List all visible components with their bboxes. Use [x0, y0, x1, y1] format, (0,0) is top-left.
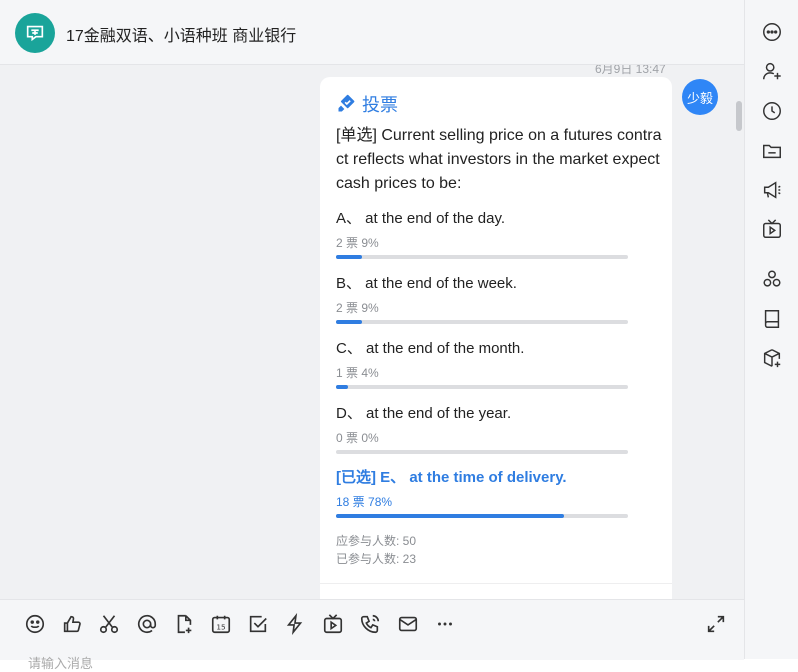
poll-header: 投票 [336, 91, 398, 117]
calendar-icon[interactable]: 15 [210, 613, 232, 635]
chat-window: 17金融双语、小语种班 商业银行 6月9日 13:47 少毅 投票 [单选] C… [0, 0, 798, 671]
book-icon[interactable] [761, 308, 783, 330]
poll-option-b[interactable]: B、 at the end of the week. 2 票 9% [336, 272, 636, 324]
message-list[interactable]: 6月9日 13:47 少毅 投票 [单选] Current selling pr… [0, 65, 744, 599]
option-votes: 1 票 4% [336, 366, 379, 380]
task-check-icon[interactable] [247, 613, 269, 635]
add-member-icon[interactable] [761, 60, 783, 82]
scrollbar[interactable] [736, 101, 742, 131]
option-text: B、 at the end of the week. [336, 275, 517, 292]
cube-add-icon[interactable] [761, 347, 783, 369]
poll-label: 投票 [362, 95, 398, 115]
vote-icon [338, 94, 355, 112]
option-votes: 2 票 9% [336, 236, 379, 250]
option-bar [336, 320, 628, 324]
option-text: D、 at the end of the year. [336, 405, 512, 422]
apps-icon[interactable] [761, 268, 783, 290]
message-input[interactable]: 请输入消息 [28, 653, 93, 672]
option-text: [已选] E、 at the time of delivery. [336, 469, 567, 486]
option-bar-fill [336, 385, 348, 389]
announcement-icon[interactable] [761, 179, 783, 201]
group-avatar[interactable] [15, 13, 55, 53]
poll-option-c[interactable]: C、 at the end of the month. 1 票 4% [336, 337, 636, 389]
poll-option-a[interactable]: A、 at the end of the day. 2 票 9% [336, 207, 636, 259]
thumbs-up-icon[interactable] [61, 613, 83, 635]
expected-participants: 应参与人数: 50 [336, 534, 417, 548]
actual-participants: 已参与人数: 23 [336, 552, 417, 566]
at-icon[interactable] [136, 613, 158, 635]
poll-option-e-selected[interactable]: [已选] E、 at the time of delivery. 18 票 78… [336, 466, 636, 518]
sender-avatar[interactable]: 少毅 [682, 79, 718, 115]
option-votes: 2 票 9% [336, 301, 379, 315]
history-clock-icon[interactable] [761, 100, 783, 122]
poll-option-d[interactable]: D、 at the end of the year. 0 票 0% [336, 402, 636, 454]
option-bar [336, 255, 628, 259]
group-chat-icon [26, 25, 44, 42]
option-bar-fill [336, 255, 363, 259]
option-text: A、 at the end of the day. [336, 210, 505, 227]
scissors-icon[interactable] [98, 613, 120, 635]
calendar-day: 15 [216, 623, 226, 632]
lightning-icon[interactable] [284, 612, 306, 636]
option-bar-fill [336, 514, 564, 518]
chat-title: 17金融双语、小语种班 商业银行 [66, 28, 297, 45]
mail-icon[interactable] [397, 613, 419, 635]
option-bar [336, 450, 628, 454]
expand-icon[interactable] [705, 613, 727, 635]
option-bar-fill [336, 320, 363, 324]
tv-icon[interactable] [761, 218, 783, 240]
poll-question: [单选] Current selling price on a futures … [336, 127, 662, 192]
more-icon[interactable] [434, 613, 456, 635]
new-doc-icon[interactable] [173, 613, 195, 635]
card-divider [320, 583, 672, 584]
option-bar [336, 385, 628, 389]
right-sidebar [744, 0, 798, 659]
option-votes: 18 票 78% [336, 495, 393, 509]
poll-card[interactable]: 投票 [单选] Current selling price on a futur… [320, 77, 672, 599]
emoji-icon[interactable] [24, 613, 46, 635]
option-votes: 0 票 0% [336, 431, 379, 445]
live-tv-icon[interactable] [322, 613, 344, 635]
phone-call-icon[interactable] [359, 613, 381, 635]
option-text: C、 at the end of the month. [336, 340, 525, 357]
composer: 15 请输入消息 [0, 599, 744, 671]
folder-icon[interactable] [761, 140, 783, 162]
more-options-icon[interactable] [761, 21, 783, 43]
message-timestamp: 6月9日 13:47 [595, 65, 666, 76]
chat-header: 17金融双语、小语种班 商业银行 [0, 0, 744, 65]
option-bar [336, 514, 628, 518]
